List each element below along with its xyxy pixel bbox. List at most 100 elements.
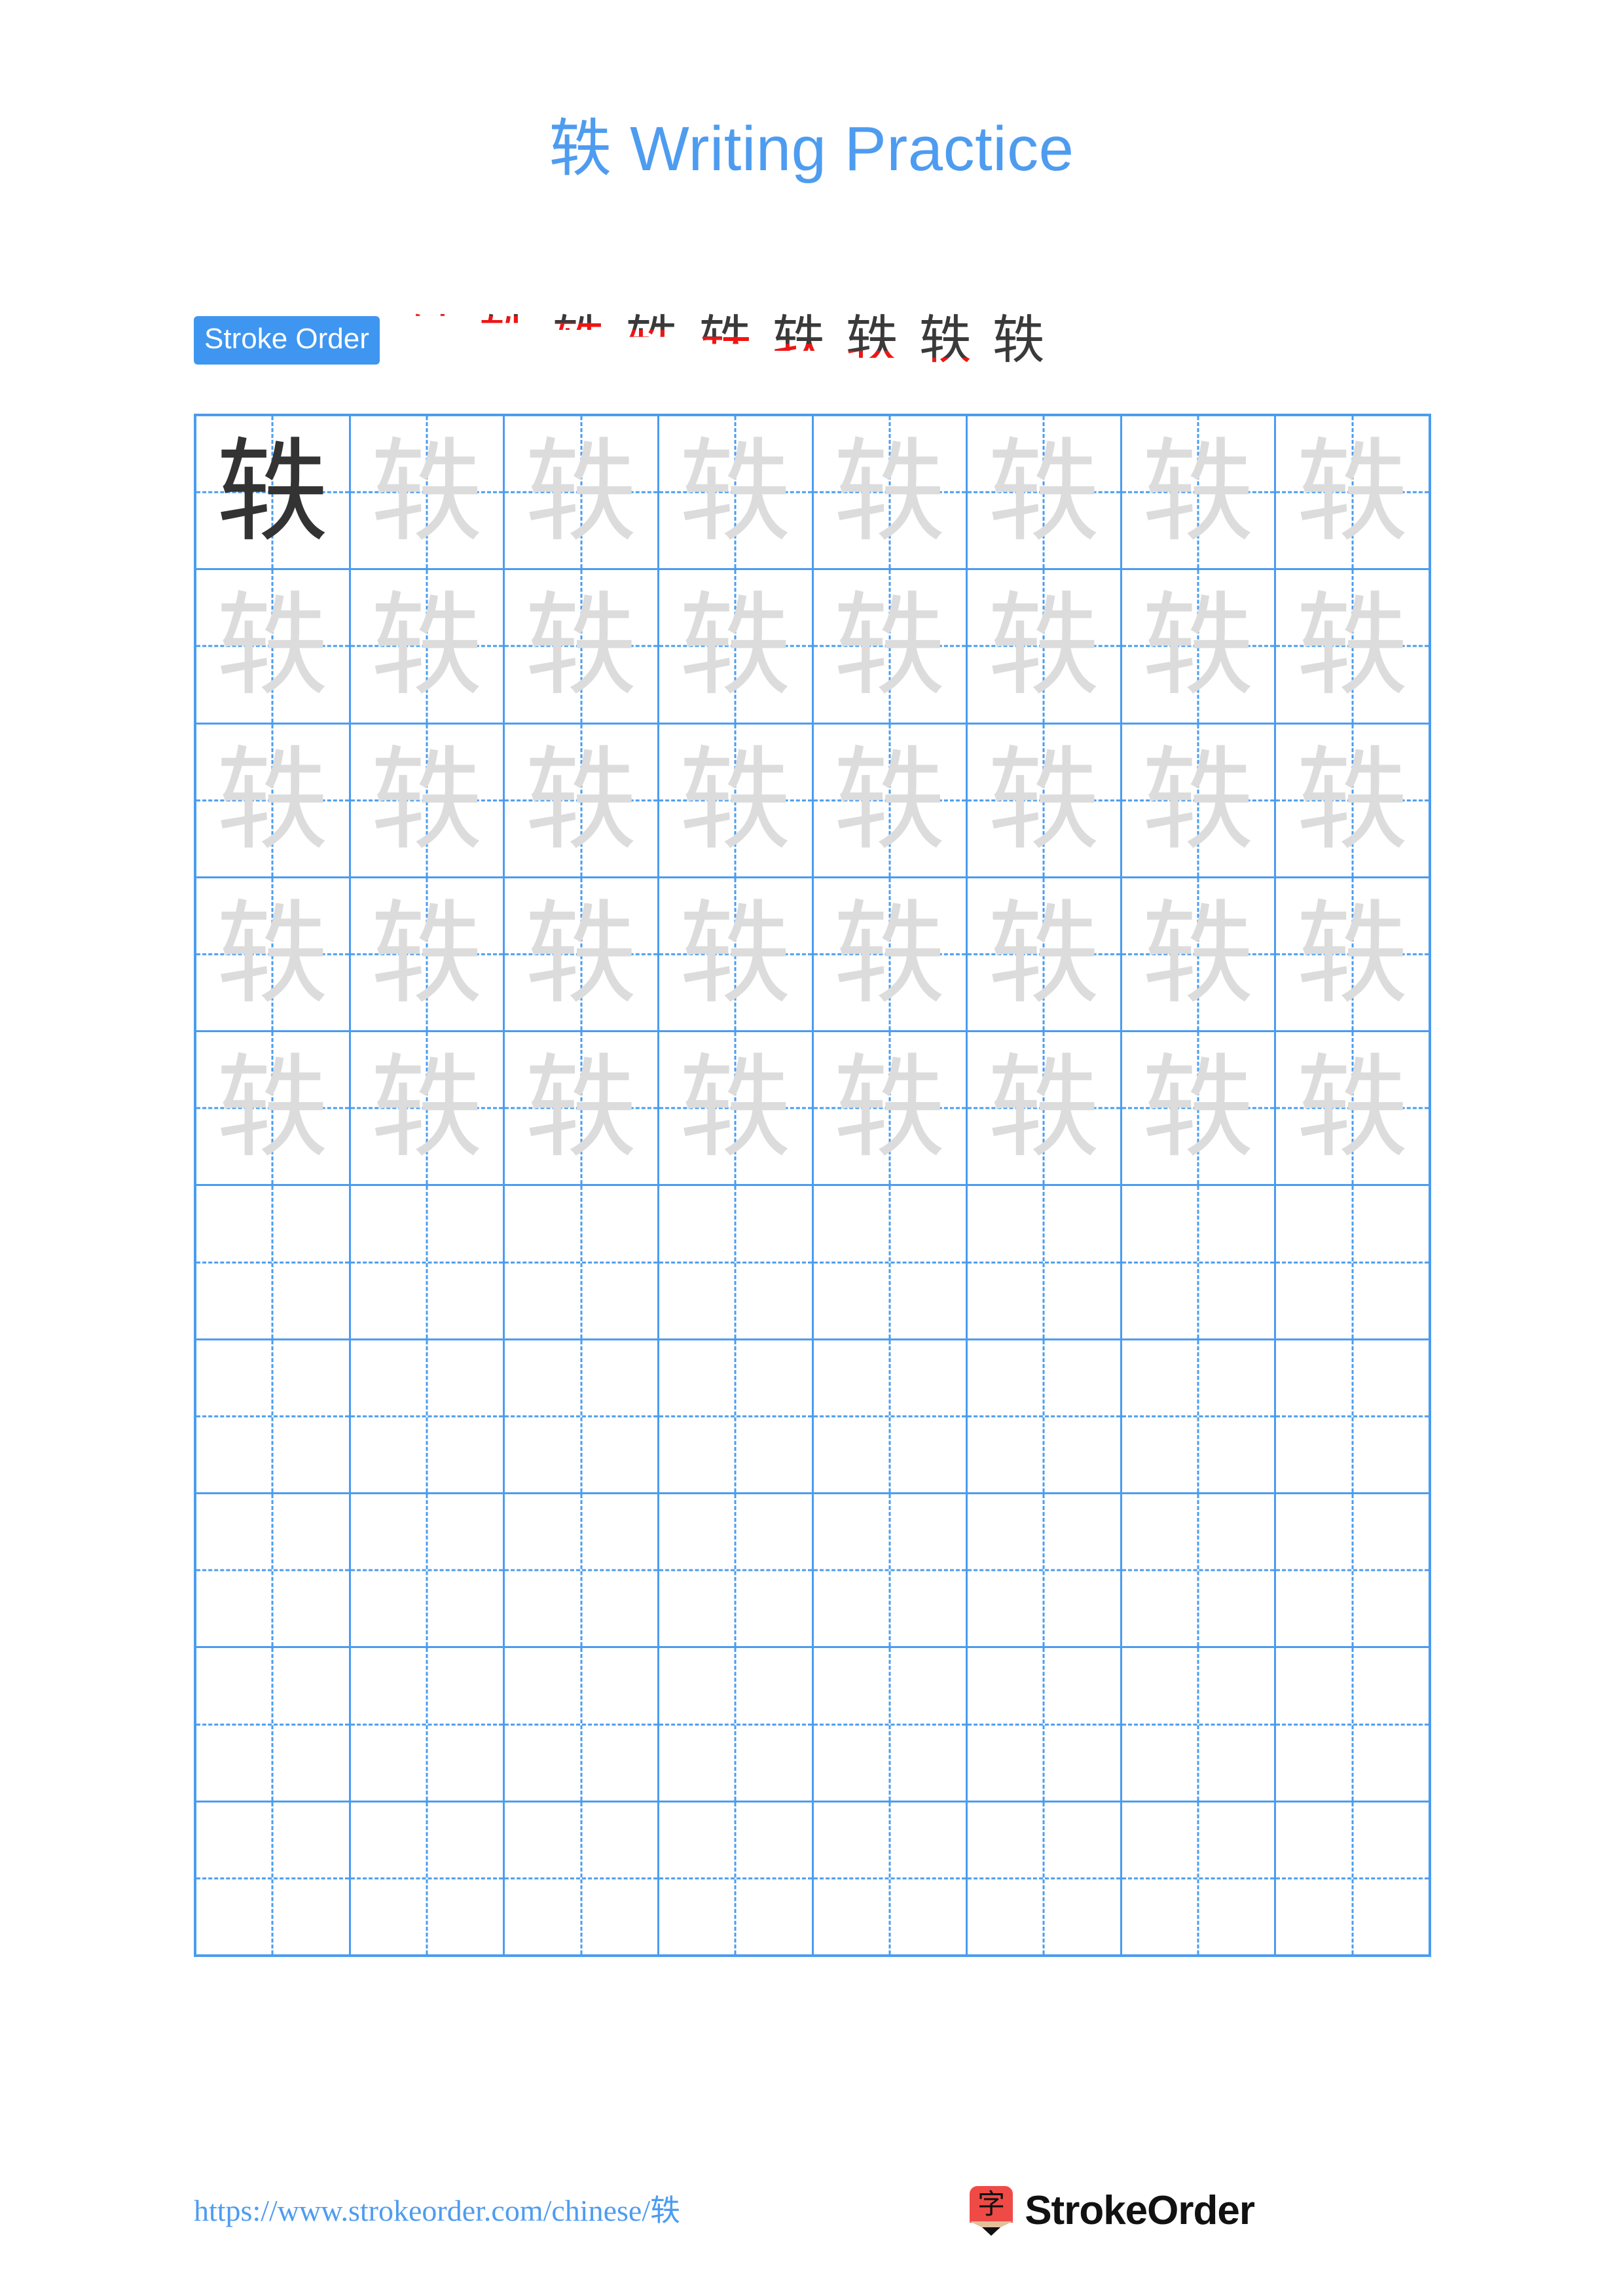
grid-cell-r4-c4[interactable]: 轶 <box>659 878 814 1031</box>
brand-logo[interactable]: 字 StrokeOrder <box>970 2186 1255 2236</box>
grid-cell-r2-c1[interactable]: 轶 <box>196 570 351 723</box>
grid-cell-r10-c8[interactable] <box>1276 1802 1429 1954</box>
grid-cell-r6-c3[interactable] <box>505 1186 659 1338</box>
grid-cell-r10-c2[interactable] <box>350 1802 505 1954</box>
grid-cell-r3-c2[interactable]: 轶 <box>350 724 505 876</box>
grid-cell-r6-c7[interactable] <box>1122 1186 1277 1338</box>
grid-cell-r2-c2[interactable]: 轶 <box>350 570 505 723</box>
grid-cell-r8-c4[interactable] <box>659 1494 814 1647</box>
grid-cell-r7-c1[interactable] <box>196 1340 351 1493</box>
trace-character: 轶 <box>1296 580 1409 712</box>
empty-practice-slot <box>196 1186 349 1338</box>
grid-cell-r5-c8[interactable]: 轶 <box>1276 1032 1429 1185</box>
grid-cell-r9-c5[interactable] <box>813 1648 968 1801</box>
grid-cell-r3-c8[interactable]: 轶 <box>1276 724 1429 876</box>
trace-character: 轶 <box>679 426 792 558</box>
grid-cell-r4-c3[interactable]: 轶 <box>505 878 659 1031</box>
grid-cell-r2-c7[interactable]: 轶 <box>1122 570 1277 723</box>
grid-cell-r3-c5[interactable]: 轶 <box>813 724 968 876</box>
grid-cell-r1-c7[interactable]: 轶 <box>1122 416 1277 569</box>
grid-cell-r4-c6[interactable]: 轶 <box>968 878 1122 1031</box>
grid-cell-r6-c2[interactable] <box>350 1186 505 1338</box>
grid-cell-r4-c1[interactable]: 轶 <box>196 878 351 1031</box>
grid-cell-r3-c6[interactable]: 轶 <box>968 724 1122 876</box>
grid-cell-r1-c6[interactable]: 轶 <box>968 416 1122 569</box>
grid-cell-r4-c7[interactable]: 轶 <box>1122 878 1277 1031</box>
grid-cell-r8-c7[interactable] <box>1122 1494 1277 1647</box>
grid-cell-r5-c3[interactable]: 轶 <box>505 1032 659 1185</box>
grid-cell-r6-c8[interactable] <box>1276 1186 1429 1338</box>
trace-character: 轶 <box>1142 426 1255 558</box>
stroke-step-5: 轶轶 <box>689 309 762 372</box>
empty-practice-slot <box>351 1186 503 1338</box>
grid-cell-r9-c7[interactable] <box>1122 1648 1277 1801</box>
grid-cell-r8-c6[interactable] <box>968 1494 1122 1647</box>
grid-cell-r9-c8[interactable] <box>1276 1648 1429 1801</box>
grid-cell-r1-c5[interactable]: 轶 <box>813 416 968 569</box>
grid-cell-r3-c7[interactable]: 轶 <box>1122 724 1277 876</box>
trace-character: 轶 <box>833 426 946 558</box>
grid-cell-r8-c2[interactable] <box>350 1494 505 1647</box>
trace-character: 轶 <box>1296 734 1409 866</box>
grid-cell-r8-c3[interactable] <box>505 1494 659 1647</box>
grid-cell-r6-c6[interactable] <box>968 1186 1122 1338</box>
grid-cell-r7-c3[interactable] <box>505 1340 659 1493</box>
grid-cell-r3-c1[interactable]: 轶 <box>196 724 351 876</box>
grid-cell-r1-c2[interactable]: 轶 <box>350 416 505 569</box>
grid-cell-r10-c3[interactable] <box>505 1802 659 1954</box>
grid-cell-r2-c4[interactable]: 轶 <box>659 570 814 723</box>
grid-cell-r7-c5[interactable] <box>813 1340 968 1493</box>
grid-cell-r2-c3[interactable]: 轶 <box>505 570 659 723</box>
stroke-step-2: 轶轶 <box>469 309 542 372</box>
grid-cell-r9-c4[interactable] <box>659 1648 814 1801</box>
trace-character: 轶 <box>524 734 638 866</box>
trace-character: 轶 <box>524 888 638 1020</box>
grid-cell-r6-c4[interactable] <box>659 1186 814 1338</box>
grid-cell-r4-c2[interactable]: 轶 <box>350 878 505 1031</box>
grid-cell-r1-c1[interactable]: 轶 <box>196 416 351 569</box>
grid-cell-r3-c3[interactable]: 轶 <box>505 724 659 876</box>
grid-row: 轶轶轶轶轶轶轶轶 <box>196 878 1429 1033</box>
source-url-link[interactable]: https://www.strokeorder.com/chinese/轶 <box>194 2191 680 2231</box>
grid-cell-r1-c3[interactable]: 轶 <box>505 416 659 569</box>
grid-cell-r5-c6[interactable]: 轶 <box>968 1032 1122 1185</box>
empty-practice-slot <box>968 1186 1120 1338</box>
grid-cell-r3-c4[interactable]: 轶 <box>659 724 814 876</box>
grid-cell-r9-c3[interactable] <box>505 1648 659 1801</box>
grid-cell-r10-c4[interactable] <box>659 1802 814 1954</box>
grid-cell-r2-c5[interactable]: 轶 <box>813 570 968 723</box>
grid-cell-r7-c7[interactable] <box>1122 1340 1277 1493</box>
grid-cell-r4-c8[interactable]: 轶 <box>1276 878 1429 1031</box>
trace-character: 轶 <box>370 426 483 558</box>
grid-cell-r10-c7[interactable] <box>1122 1802 1277 1954</box>
grid-cell-r4-c5[interactable]: 轶 <box>813 878 968 1031</box>
empty-practice-slot <box>351 1648 503 1800</box>
grid-cell-r7-c6[interactable] <box>968 1340 1122 1493</box>
grid-cell-r7-c2[interactable] <box>350 1340 505 1493</box>
grid-cell-r10-c5[interactable] <box>813 1802 968 1954</box>
grid-cell-r9-c2[interactable] <box>350 1648 505 1801</box>
grid-cell-r1-c4[interactable]: 轶 <box>659 416 814 569</box>
grid-cell-r2-c8[interactable]: 轶 <box>1276 570 1429 723</box>
grid-cell-r6-c5[interactable] <box>813 1186 968 1338</box>
grid-cell-r7-c8[interactable] <box>1276 1340 1429 1493</box>
brand-name-label: StrokeOrder <box>1025 2188 1255 2233</box>
grid-cell-r8-c8[interactable] <box>1276 1494 1429 1647</box>
grid-cell-r8-c5[interactable] <box>813 1494 968 1647</box>
trace-character: 轶 <box>216 580 329 712</box>
grid-cell-r5-c5[interactable]: 轶 <box>813 1032 968 1185</box>
grid-cell-r9-c1[interactable] <box>196 1648 351 1801</box>
grid-cell-r5-c4[interactable]: 轶 <box>659 1032 814 1185</box>
grid-cell-r5-c1[interactable]: 轶 <box>196 1032 351 1185</box>
grid-cell-r7-c4[interactable] <box>659 1340 814 1493</box>
trace-character: 轶 <box>833 888 946 1020</box>
grid-cell-r10-c1[interactable] <box>196 1802 351 1954</box>
grid-cell-r2-c6[interactable]: 轶 <box>968 570 1122 723</box>
grid-cell-r5-c2[interactable]: 轶 <box>350 1032 505 1185</box>
grid-cell-r10-c6[interactable] <box>968 1802 1122 1954</box>
grid-cell-r1-c8[interactable]: 轶 <box>1276 416 1429 569</box>
grid-cell-r6-c1[interactable] <box>196 1186 351 1338</box>
grid-cell-r8-c1[interactable] <box>196 1494 351 1647</box>
grid-cell-r9-c6[interactable] <box>968 1648 1122 1801</box>
grid-cell-r5-c7[interactable]: 轶 <box>1122 1032 1277 1185</box>
